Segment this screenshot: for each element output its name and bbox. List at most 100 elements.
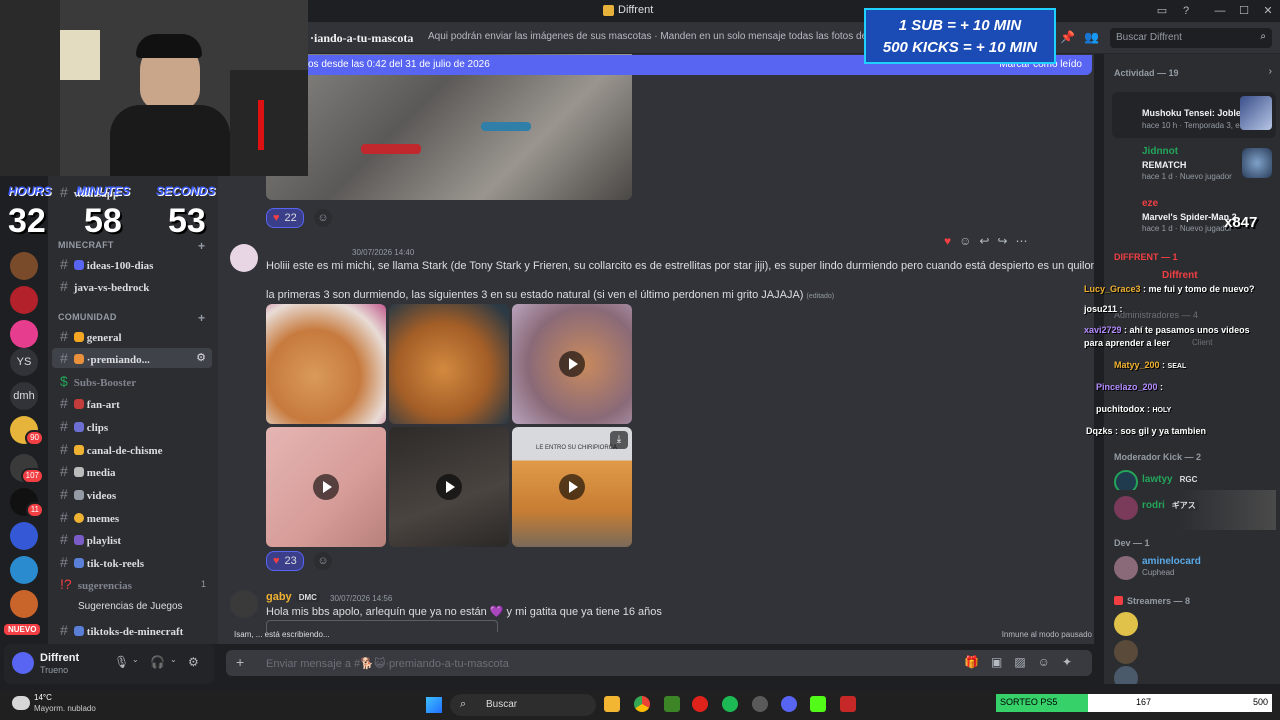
file-explorer-icon[interactable]: [604, 696, 620, 712]
channel-fan-art[interactable]: # fan-art: [52, 393, 212, 413]
windows-start-icon[interactable]: [426, 697, 442, 713]
channel-playlist[interactable]: # playlist: [52, 529, 212, 549]
sticker-icon[interactable]: ▨: [1014, 655, 1037, 669]
message-actions[interactable]: ♥☺↩↪⋯: [944, 234, 1036, 254]
gear-icon[interactable]: ⚙: [188, 655, 199, 669]
chevron-down-icon[interactable]: ⌄: [170, 655, 177, 664]
member-name[interactable]: Diffrent: [1162, 270, 1198, 281]
channel-ideas-100-dias[interactable]: # ideas-100-dias: [52, 254, 212, 274]
play-icon[interactable]: [313, 474, 339, 500]
server-icon[interactable]: 90: [10, 416, 44, 446]
category-comunidad[interactable]: COMUNIDAD +: [58, 311, 205, 325]
message-composer[interactable]: + Enviar mensaje a #🐕😺·premiando-a-tu-ma…: [226, 650, 1092, 676]
channel-java-vs-bedrock[interactable]: # java-vs-bedrock: [52, 276, 212, 296]
server-icon[interactable]: 11: [10, 488, 44, 518]
category-minecraft[interactable]: MINECRAFT +: [58, 239, 205, 253]
member-row[interactable]: [1112, 664, 1276, 684]
play-icon[interactable]: [559, 474, 585, 500]
add-reaction-button[interactable]: ☺: [314, 209, 332, 227]
server-icon[interactable]: [10, 320, 38, 348]
heart-icon[interactable]: ♥: [944, 234, 959, 248]
channel-memes[interactable]: # memes: [52, 507, 212, 527]
reply-icon[interactable]: ↩: [979, 234, 997, 248]
cat-photo[interactable]: [266, 304, 386, 424]
attach-plus-icon[interactable]: +: [236, 654, 244, 670]
avatar[interactable]: [230, 590, 258, 618]
cat-video[interactable]: LE ENTRO SU CHIRIPIORCA ⤓: [512, 427, 632, 547]
members-icon[interactable]: 👥: [1084, 30, 1099, 44]
gif-icon[interactable]: ▣: [991, 655, 1014, 669]
channel-media[interactable]: # media: [52, 461, 212, 481]
member-row[interactable]: aminelocard Cuphead: [1112, 550, 1276, 590]
discord-icon[interactable]: [781, 696, 797, 712]
emoji-icon[interactable]: ☺: [1038, 655, 1062, 669]
gift-icon[interactable]: 🎁: [964, 655, 991, 669]
server-icon[interactable]: [10, 590, 38, 618]
emoji-icon[interactable]: ☺: [959, 234, 979, 248]
cat-video[interactable]: [389, 427, 509, 547]
kick-icon[interactable]: [810, 696, 826, 712]
channel-settings-icon[interactable]: ⚙: [196, 348, 206, 368]
channel-tik-tok-reels[interactable]: # tik-tok-reels: [52, 552, 212, 572]
message-author[interactable]: gaby DMC: [266, 591, 320, 603]
server-home-initials[interactable]: YS: [10, 348, 38, 376]
avatar[interactable]: [12, 652, 34, 674]
member-row[interactable]: rodri ギアス: [1112, 490, 1276, 530]
channel-videos[interactable]: # videos: [52, 484, 212, 504]
channel-general[interactable]: # general: [52, 326, 212, 346]
activity-card[interactable]: Jidnnot REMATCH hace 1 d · Nuevo jugador: [1112, 142, 1276, 188]
help-icon[interactable]: ?: [1178, 3, 1194, 19]
member-row[interactable]: [1112, 638, 1276, 664]
channel-canal-de-chisme[interactable]: # canal-de-chisme: [52, 439, 212, 459]
add-channel-icon[interactable]: +: [198, 239, 205, 253]
minecraft-icon[interactable]: [664, 696, 680, 712]
forum-sugerencias[interactable]: !? sugerencias 1: [52, 574, 212, 594]
chevron-down-icon[interactable]: ⌄: [132, 655, 139, 664]
close-button[interactable]: ✕: [1260, 3, 1276, 19]
add-reaction-button[interactable]: ☺: [314, 552, 332, 570]
play-icon[interactable]: [559, 351, 585, 377]
channel-premiando-active[interactable]: # ·premiando... ⚙: [52, 348, 212, 368]
forward-icon[interactable]: ↪: [997, 234, 1015, 248]
inbox-icon[interactable]: ▭: [1154, 3, 1170, 19]
server-icon[interactable]: 107: [10, 454, 44, 484]
reaction-heart[interactable]: ♥ 22: [266, 208, 304, 228]
taskbar-search[interactable]: ⌕ Buscar: [450, 694, 596, 716]
server-icon[interactable]: [10, 522, 38, 550]
headphones-icon[interactable]: 🎧: [150, 655, 165, 669]
avatar[interactable]: [230, 244, 258, 272]
server-icon[interactable]: [10, 252, 38, 280]
member-row[interactable]: [1112, 610, 1276, 636]
timer-label: SECONDS: [156, 184, 216, 198]
pin-icon[interactable]: 📌: [1060, 30, 1075, 44]
app-icon[interactable]: [840, 696, 856, 712]
thread-sugerencias-de-juegos[interactable]: Sugerencias de Juegos: [52, 597, 212, 617]
cat-photo[interactable]: [266, 54, 632, 200]
channel-tiktoks-de-minecraft[interactable]: # tiktoks-de-minecraft: [52, 620, 212, 640]
activity-card[interactable]: Mushoku Tensei: Jobless R... hace 10 h ·…: [1112, 92, 1276, 138]
cat-video[interactable]: [266, 427, 386, 547]
opera-icon[interactable]: [692, 696, 708, 712]
maximize-button[interactable]: ☐: [1236, 3, 1252, 19]
cat-photo[interactable]: [389, 304, 509, 424]
reaction-heart[interactable]: ♥ 23: [266, 551, 304, 571]
server-dmh[interactable]: dmh: [10, 382, 38, 410]
cat-video[interactable]: [512, 304, 632, 424]
chrome-icon[interactable]: [634, 696, 650, 712]
minimize-button[interactable]: —: [1212, 3, 1228, 19]
more-icon[interactable]: ⋯: [1016, 234, 1036, 248]
avatar: [1114, 612, 1138, 636]
channel-clips[interactable]: # clips: [52, 416, 212, 436]
app-icon[interactable]: [752, 696, 768, 712]
chevron-right-icon[interactable]: ›: [1269, 66, 1272, 77]
search-input[interactable]: Buscar Diffrent ⌕: [1110, 28, 1272, 48]
server-icon[interactable]: [10, 286, 38, 314]
download-icon[interactable]: ⤓: [610, 431, 628, 449]
server-icon[interactable]: [10, 556, 38, 584]
apps-icon[interactable]: ✦: [1062, 655, 1084, 669]
channel-subs-booster[interactable]: $ Subs-Booster: [52, 371, 212, 391]
microphone-icon[interactable]: 🎙: [114, 655, 129, 669]
add-channel-icon[interactable]: +: [198, 311, 205, 325]
spotify-icon[interactable]: [722, 696, 738, 712]
play-icon[interactable]: [436, 474, 462, 500]
